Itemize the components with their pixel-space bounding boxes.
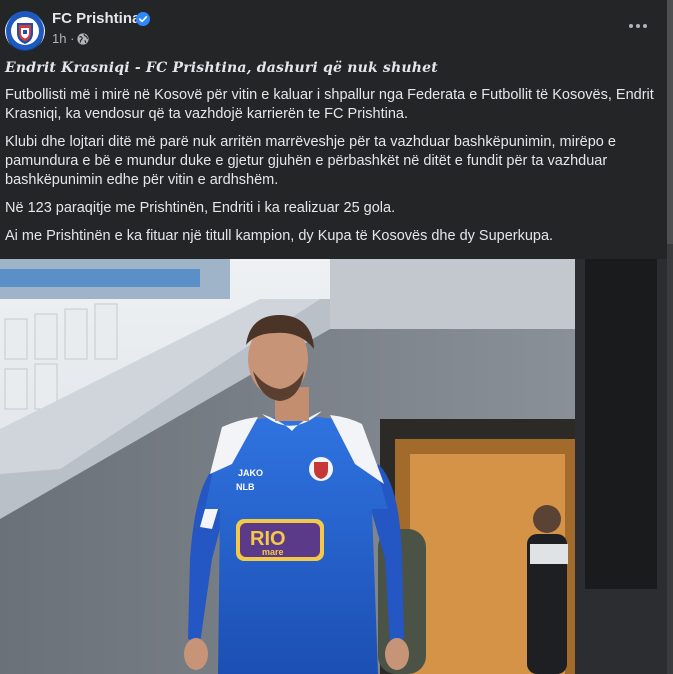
page-avatar[interactable] [5,11,45,51]
post-title: Endrit Krasniqi - FC Prishtina, dashuri … [5,60,438,76]
jersey-sponsor-subtext: mare [262,547,284,557]
page-name-link[interactable]: FC Prishtina [52,10,140,27]
more-icon [629,24,633,28]
player-photo: JAKO NLB RIO mare [0,259,667,674]
post-paragraph: Futbollisti më i mirë në Kosovë për viti… [5,87,654,122]
facebook-post: FC Prishtina 1h · Endrit Krasniqi - FC P… [0,0,673,674]
jersey-bank-text: NLB [236,482,255,492]
more-icon-dot [636,24,640,28]
globe-icon[interactable] [77,33,89,45]
post-paragraph: Klubi dhe lojtari ditë më parë nuk arrit… [5,134,616,188]
post-meta: 1h · [52,31,74,46]
post-header: FC Prishtina 1h · [0,0,673,56]
post-paragraph: Në 123 paraqitje me Prishtinën, Endriti … [5,200,396,216]
meta-separator: · [70,31,75,46]
post-time-link[interactable]: 1h [52,31,66,46]
jersey-brand-text: JAKO [238,468,263,478]
post-paragraph: Ai me Prishtinën e ka fituar një titull … [5,228,554,244]
scrollbar-thumb[interactable] [667,0,673,244]
more-options-button[interactable] [623,14,653,38]
club-crest-icon [6,12,44,50]
post-photo[interactable]: JAKO NLB RIO mare [0,259,667,674]
post-body: Endrit Krasniqi - FC Prishtina, dashuri … [5,58,660,255]
verified-icon [136,12,150,26]
more-icon-dot [643,24,647,28]
scrollbar[interactable] [667,0,673,674]
